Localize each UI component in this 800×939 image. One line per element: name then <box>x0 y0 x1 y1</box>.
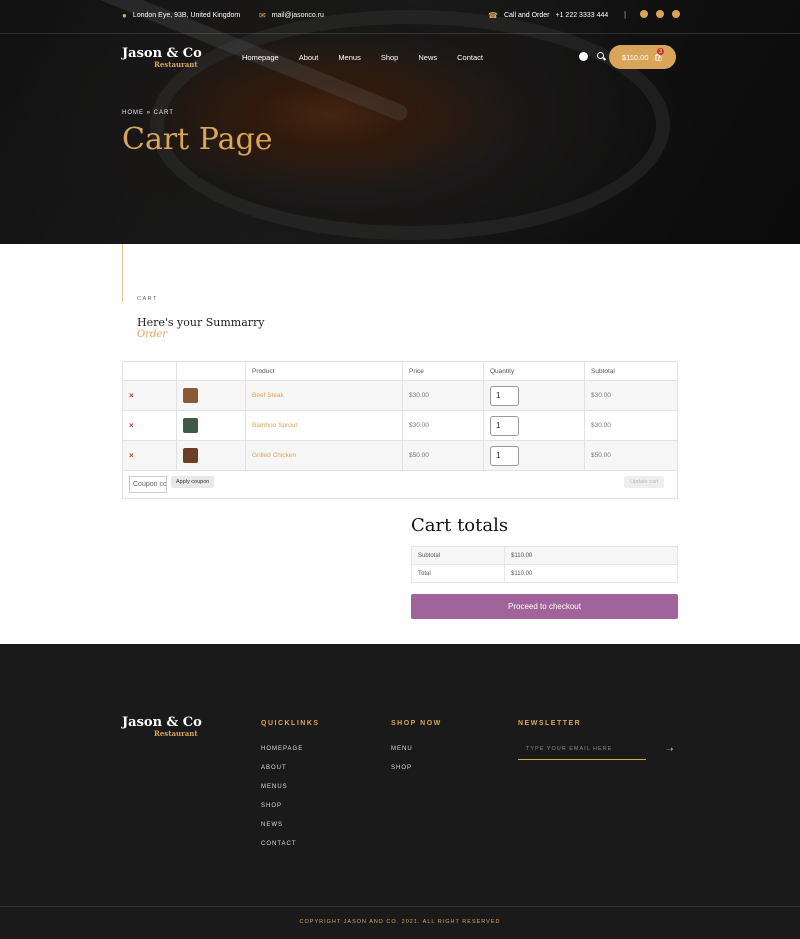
nav-item-news[interactable]: News <box>418 53 437 62</box>
summary-subtitle: Order <box>137 329 168 340</box>
phone-icon: ☎ <box>488 11 498 20</box>
item-subtotal: $30.00 <box>584 380 678 411</box>
product-thumbnail[interactable] <box>183 448 198 463</box>
table-row: × Beef Steak $30.00 1 $30.00 <box>122 380 678 411</box>
footer-logo[interactable]: Jason & Co Restaurant <box>122 715 202 738</box>
hero-banner: ● London Eye, 93B, United Kingdom ✉ mail… <box>0 0 800 244</box>
footer-link-about[interactable]: ABOUT <box>261 765 303 784</box>
subtotal-value: $110.00 <box>504 546 678 565</box>
footer-link-news[interactable]: NEWS <box>261 822 303 841</box>
product-link[interactable]: Bamboo Sprout <box>252 422 297 429</box>
footer-link-shop-now[interactable]: SHOP <box>391 765 413 784</box>
youtube-icon[interactable] <box>672 10 680 18</box>
footer-link-shop[interactable]: SHOP <box>261 803 303 822</box>
coupon-input[interactable]: Coupon code <box>129 476 167 493</box>
footer-link-homepage[interactable]: HOMEPAGE <box>261 746 303 765</box>
accent-line <box>122 244 123 302</box>
item-subtotal: $50.00 <box>584 440 678 471</box>
quantity-input[interactable]: 1 <box>490 445 519 466</box>
product-thumbnail[interactable] <box>183 388 198 403</box>
remove-item-button[interactable]: × <box>129 451 134 460</box>
copyright: COPYRIGHT JASON AND CO. 2021. ALL RIGHT … <box>299 919 501 925</box>
search-icon[interactable] <box>597 52 604 59</box>
quicklinks-title: QUICKLINKS <box>261 720 320 727</box>
table-row: × Grilled Chicken $50.00 1 $50.00 <box>122 440 678 471</box>
nav-menu: Homepage About Menus Shop News Contact <box>242 53 503 62</box>
shop-links-list: MENU SHOP <box>391 746 413 784</box>
header-price: Price <box>402 361 484 381</box>
subtotal-label: Subtotal <box>411 546 505 565</box>
social-links <box>640 10 680 18</box>
update-cart-button[interactable]: Update cart <box>624 476 665 488</box>
item-subtotal: $30.00 <box>584 410 678 441</box>
cart-count-badge: 3 <box>657 48 664 55</box>
footer-link-menu[interactable]: MENU <box>391 746 413 765</box>
header-subtotal: Subtotal <box>584 361 678 381</box>
mail-icon: ✉ <box>259 11 266 20</box>
table-row: × Bamboo Sprout $30.00 1 $30.00 <box>122 410 678 441</box>
product-link[interactable]: Beef Steak <box>252 392 284 399</box>
product-thumbnail[interactable] <box>183 418 198 433</box>
shop-now-title: SHOP NOW <box>391 720 442 727</box>
total-label: Total <box>411 564 505 583</box>
twitter-icon[interactable] <box>656 10 664 18</box>
item-price: $50.00 <box>402 440 484 471</box>
page-title: Cart Page <box>122 122 273 157</box>
nav-item-shop[interactable]: Shop <box>381 53 399 62</box>
remove-item-button[interactable]: × <box>129 391 134 400</box>
remove-item-button[interactable]: × <box>129 421 134 430</box>
email-link[interactable]: ✉ mail@jasonco.ru <box>259 11 324 20</box>
summary-title: Here's your Summarry <box>137 316 265 329</box>
product-link[interactable]: Grilled Chicken <box>252 452 296 459</box>
footer-link-menus[interactable]: MENUS <box>261 784 303 803</box>
nav-item-about[interactable]: About <box>299 53 319 62</box>
total-value: $110.00 <box>504 564 678 583</box>
proceed-to-checkout-button[interactable]: Proceed to checkout <box>411 594 678 619</box>
nav-item-homepage[interactable]: Homepage <box>242 53 279 62</box>
cart-totals-table: Subtotal $110.00 Total $110.00 <box>411 546 678 583</box>
facebook-icon[interactable] <box>640 10 648 18</box>
user-icon[interactable] <box>579 52 588 61</box>
address: ● London Eye, 93B, United Kingdom <box>122 11 241 20</box>
top-bar: ● London Eye, 93B, United Kingdom ✉ mail… <box>0 0 800 34</box>
item-price: $30.00 <box>402 410 484 441</box>
divider: | <box>624 10 627 19</box>
header-product: Product <box>245 361 403 381</box>
arrow-right-icon[interactable]: ➝ <box>666 744 674 755</box>
header-quantity: Quantity <box>483 361 585 381</box>
item-price: $30.00 <box>402 380 484 411</box>
footer-bottom: COPYRIGHT JASON AND CO. 2021. ALL RIGHT … <box>0 906 800 939</box>
footer: Jason & Co Restaurant QUICKLINKS HOMEPAG… <box>0 644 800 939</box>
newsletter-title: NEWSLETTER <box>518 720 582 727</box>
nav-item-contact[interactable]: Contact <box>457 53 483 62</box>
quicklinks-list: HOMEPAGE ABOUT MENUS SHOP NEWS CONTACT <box>261 746 303 860</box>
call-order[interactable]: ☎ Call and Order +1 222 3333 444 <box>488 11 608 20</box>
map-pin-icon: ● <box>122 11 127 20</box>
cart-totals-title: Cart totals <box>411 515 509 536</box>
main-nav: Jason & Co Restaurant Homepage About Men… <box>0 35 800 80</box>
apply-coupon-button[interactable]: Apply coupon <box>171 476 215 488</box>
nav-item-menus[interactable]: Menus <box>338 53 361 62</box>
table-header: Product Price Quantity Subtotal <box>122 361 678 381</box>
cart-button[interactable]: $110.00 🛍 <box>609 45 676 69</box>
section-eyebrow: CART <box>137 296 158 302</box>
newsletter-email-input[interactable]: TYPE YOUR EMAIL HERE <box>518 741 646 760</box>
quantity-input[interactable]: 1 <box>490 415 519 436</box>
breadcrumb[interactable]: HOME » CART <box>122 110 174 116</box>
quantity-input[interactable]: 1 <box>490 385 519 406</box>
footer-link-contact[interactable]: CONTACT <box>261 841 303 860</box>
logo[interactable]: Jason & Co Restaurant <box>122 46 202 69</box>
